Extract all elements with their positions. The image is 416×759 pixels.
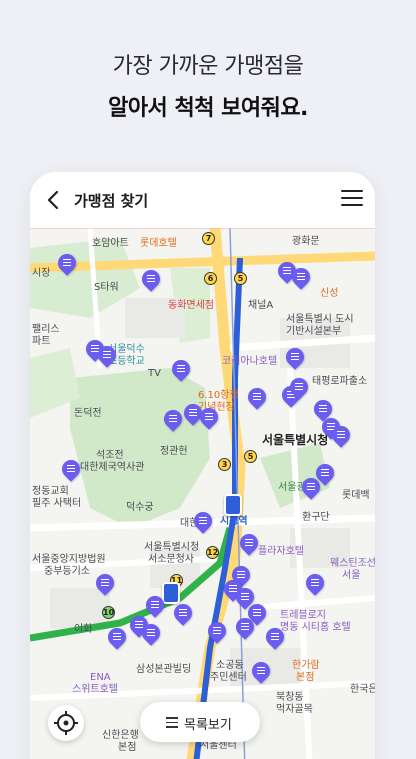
- map-label: 정관헌: [160, 446, 188, 457]
- map-label: 중부등기소: [44, 566, 90, 577]
- map-label: 서울특별시청: [144, 542, 200, 553]
- merchant-pin[interactable]: [104, 624, 130, 652]
- map-label: 신성: [320, 288, 339, 299]
- phone-frame: 가맹점 찾기 호암아트 롯데호텔 광화문 S타워 동화면세점 채널A 서울특별시…: [30, 172, 375, 759]
- map-label: 신한은행: [102, 730, 139, 741]
- merchant-pin[interactable]: [288, 264, 314, 292]
- line-badge: 3: [218, 458, 231, 471]
- line-badge: 12: [206, 546, 219, 559]
- app-bar: 가맹점 찾기: [30, 172, 375, 228]
- merchant-pin[interactable]: [298, 474, 324, 502]
- map-label: 동화면세점: [168, 300, 214, 311]
- merchant-pin[interactable]: [94, 342, 120, 370]
- map-label: 기반시설본부: [286, 326, 342, 337]
- merchant-pin[interactable]: [196, 404, 222, 432]
- subway-station-marker[interactable]: [224, 494, 242, 516]
- map-label: 롯데호텔: [140, 238, 177, 249]
- map-label: 서소문청사: [148, 554, 194, 565]
- map-label: 롯데백: [342, 490, 370, 501]
- merchant-pin[interactable]: [92, 570, 118, 598]
- map-label: 돈덕전: [74, 408, 102, 419]
- map-label: 본점: [118, 742, 137, 753]
- merchant-pin[interactable]: [190, 508, 216, 536]
- map-label: ENA: [90, 672, 111, 683]
- menu-button[interactable]: [341, 190, 363, 210]
- map-label: 채널A: [248, 300, 274, 311]
- list-view-button[interactable]: 목록보기: [140, 702, 260, 742]
- merchant-pin[interactable]: [328, 422, 354, 450]
- map-label: 서울: [342, 570, 361, 581]
- line-badge: 7: [202, 232, 215, 245]
- merchant-pin[interactable]: [286, 374, 312, 402]
- merchant-pin[interactable]: [302, 570, 328, 598]
- map-label: 태평로파출소: [312, 376, 368, 387]
- map-label: 환구단: [302, 512, 330, 523]
- line-badge: 10: [102, 606, 115, 619]
- merchant-pin[interactable]: [138, 620, 164, 648]
- map-label: 이화: [74, 624, 93, 635]
- map-label: 광화문: [292, 236, 320, 247]
- map-label: 팰리스: [32, 324, 60, 335]
- map-label: 석조전: [96, 450, 124, 461]
- page-title: 가맹점 찾기: [74, 192, 149, 210]
- map-label: 서울중앙지방법원: [32, 554, 106, 565]
- map-label: 플라자호텔: [258, 546, 304, 557]
- map-label: 호암아트: [92, 238, 129, 249]
- merchant-pin[interactable]: [160, 406, 186, 434]
- promo-headline-line2: 알아서 척척 보여줘요.: [108, 96, 308, 121]
- list-icon: [166, 717, 178, 731]
- merchant-pin[interactable]: [54, 250, 80, 278]
- line-badge: 6: [204, 272, 217, 285]
- chevron-left-icon: [47, 190, 59, 210]
- map-label: S타워: [94, 282, 119, 293]
- merchant-pin[interactable]: [248, 658, 274, 686]
- list-view-label: 목록보기: [184, 718, 232, 733]
- map-label: 웨스틴조선: [330, 558, 375, 569]
- map-view[interactable]: 호암아트 롯데호텔 광화문 S타워 동화면세점 채널A 서울특별시 도시 기반시…: [30, 228, 375, 759]
- merchant-pin[interactable]: [204, 618, 230, 646]
- map-label: 먹자골목: [276, 704, 313, 715]
- merchant-pin[interactable]: [58, 456, 84, 484]
- map-label: 덕수궁: [126, 502, 154, 513]
- merchant-pin[interactable]: [232, 614, 258, 642]
- map-label: 삼성본관빌딩: [136, 664, 192, 675]
- merchant-pin[interactable]: [282, 344, 308, 372]
- map-label: 대한제국역사관: [80, 462, 145, 473]
- map-label: 코리아나호텔: [222, 356, 278, 367]
- map-label: 정동교회: [32, 486, 69, 497]
- map-label: 서울특별시 도시: [286, 314, 354, 325]
- map-label-station: 시청역: [220, 516, 248, 527]
- map-label: 본점: [296, 672, 315, 683]
- map-label: 스위트호텔: [72, 684, 118, 695]
- locate-me-button[interactable]: [48, 705, 84, 741]
- merchant-pin[interactable]: [244, 384, 270, 412]
- subway-station-marker[interactable]: [162, 582, 180, 604]
- map-label: 주민센터: [210, 672, 247, 683]
- merchant-pin[interactable]: [262, 624, 288, 652]
- map-label: 파트: [32, 336, 51, 347]
- map-label: 소공동: [216, 660, 244, 671]
- back-button[interactable]: [42, 188, 66, 212]
- map-label: 트레블로지: [280, 610, 326, 621]
- map-label: 북창동: [276, 692, 304, 703]
- map-label: 시장: [32, 268, 51, 279]
- merchant-pin[interactable]: [236, 530, 262, 558]
- map-label: 한가람: [292, 660, 320, 671]
- map-label: 필주 사택터: [32, 498, 82, 509]
- merchant-pin[interactable]: [138, 266, 164, 294]
- map-label: 명동 시티홈 호텔: [280, 622, 351, 633]
- line-badge: 5: [244, 450, 257, 463]
- map-label: 6.10항쟁: [198, 390, 239, 401]
- hamburger-menu-icon: [341, 190, 363, 192]
- map-label: TV: [148, 368, 161, 379]
- crosshair-locate-icon: [54, 711, 78, 735]
- map-label-city-hall: 서울특별시청: [262, 433, 329, 447]
- line-badge: 5: [234, 272, 247, 285]
- merchant-pin[interactable]: [168, 356, 194, 384]
- merchant-pin[interactable]: [170, 600, 196, 628]
- map-label: 한국은: [350, 684, 375, 695]
- promo-headline-line1: 가장 가까운 가맹점을: [112, 54, 304, 79]
- merchant-pin[interactable]: [142, 592, 168, 620]
